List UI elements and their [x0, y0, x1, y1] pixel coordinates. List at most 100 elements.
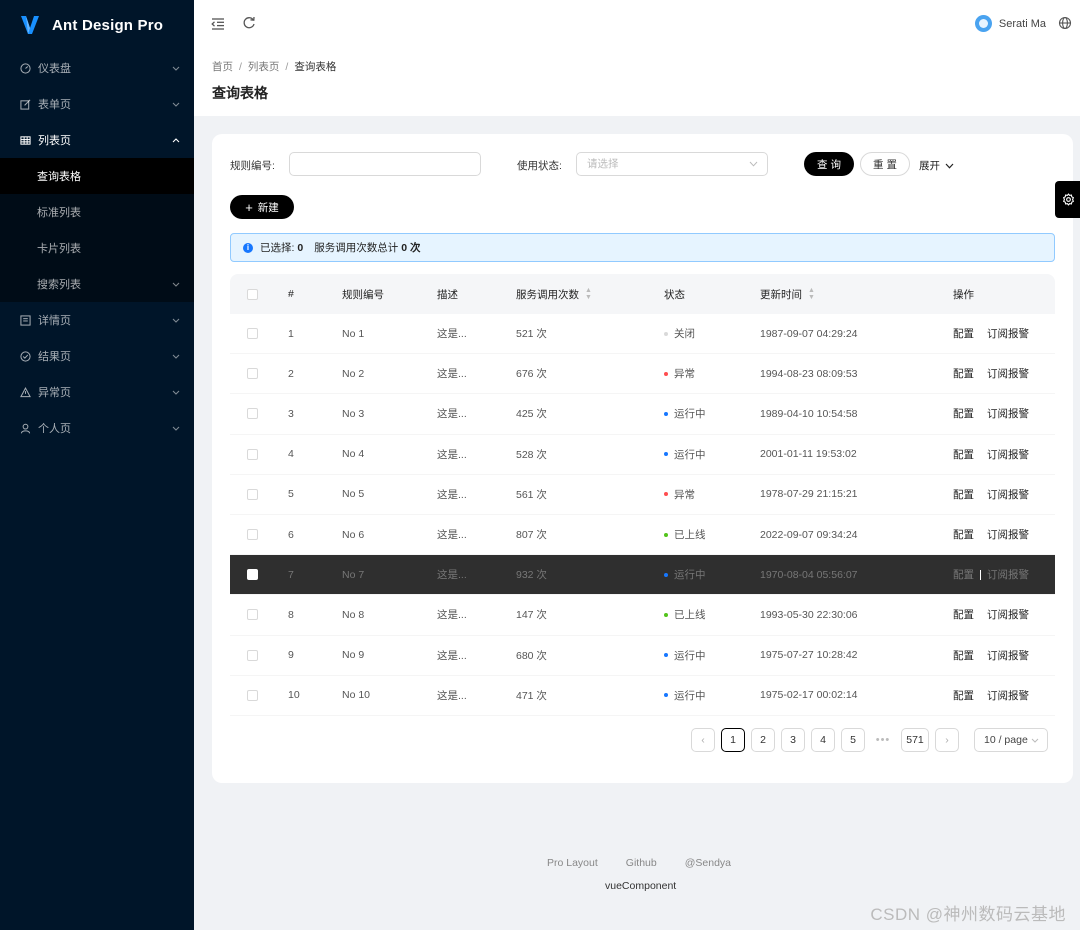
rule-number-input[interactable]: [289, 152, 481, 176]
sidebar-subitem[interactable]: 卡片列表: [0, 230, 194, 266]
chevron-down-icon: [172, 424, 180, 433]
globe-icon[interactable]: [1058, 16, 1072, 30]
breadcrumb-home[interactable]: 首页: [212, 61, 233, 73]
col-calls[interactable]: 服务调用次数 ▲ ▼: [516, 274, 592, 314]
table-row[interactable]: 4 No 4 这是... 528 次 运行中 2001-01-11 19:53:…: [230, 435, 1055, 475]
configure-link[interactable]: 配置: [953, 648, 974, 663]
table-row[interactable]: 7 No 7 这是... 932 次 运行中 1970-08-04 05:56:…: [230, 555, 1055, 596]
next-page-button[interactable]: ›: [935, 728, 959, 752]
reload-icon[interactable]: [241, 15, 257, 31]
sidebar-subitem-label: 搜索列表: [37, 279, 81, 291]
sort-icon[interactable]: ▲ ▼: [808, 287, 815, 301]
configure-link[interactable]: 配置: [953, 366, 974, 381]
col-description: 描述: [437, 288, 458, 301]
table-row[interactable]: 2 No 2 这是... 676 次 异常 1994-08-23 08:09:5…: [230, 354, 1055, 395]
configure-link[interactable]: 配置: [953, 527, 974, 542]
sidebar-item[interactable]: 表单页: [0, 86, 194, 122]
status-select[interactable]: 请选择: [576, 152, 768, 176]
subscribe-alert-link[interactable]: 订阅报警: [987, 688, 1029, 703]
row-checkbox[interactable]: [247, 569, 258, 581]
expand-toggle[interactable]: 展开: [919, 158, 954, 173]
page-number[interactable]: 4: [811, 728, 835, 752]
cell-status: 运行中: [664, 435, 706, 474]
page-number[interactable]: 1: [721, 728, 745, 752]
subscribe-alert-link[interactable]: 订阅报警: [987, 326, 1029, 341]
page-number[interactable]: 2: [751, 728, 775, 752]
user-menu[interactable]: Serati Ma: [974, 15, 1046, 32]
configure-link[interactable]: 配置: [953, 567, 974, 582]
table-row[interactable]: 6 No 6 这是... 807 次 已上线 2022-09-07 09:34:…: [230, 515, 1055, 556]
subscribe-alert-link[interactable]: 订阅报警: [987, 487, 1029, 502]
table-row[interactable]: 5 No 5 这是... 561 次 异常 1978-07-29 21:15:2…: [230, 475, 1055, 515]
subscribe-alert-link[interactable]: 订阅报警: [987, 607, 1029, 622]
cell-rule-number: No 4: [342, 448, 365, 461]
sidebar-item[interactable]: 仪表盘: [0, 50, 194, 86]
prev-page-button[interactable]: ‹: [691, 728, 715, 752]
row-checkbox[interactable]: [247, 448, 258, 460]
row-checkbox[interactable]: [247, 368, 258, 380]
row-checkbox[interactable]: [247, 488, 258, 500]
page-size-select[interactable]: 10 / page: [974, 728, 1048, 752]
menu-fold-icon[interactable]: [210, 16, 226, 32]
sidebar-item[interactable]: 结果页: [0, 338, 194, 374]
page-number[interactable]: 5: [841, 728, 865, 752]
cell-status: 运行中: [664, 555, 706, 594]
cell-updated-at: 2001-01-11 19:53:02: [760, 448, 857, 461]
status-label: 使用状态:: [517, 160, 562, 172]
logo[interactable]: Ant Design Pro: [0, 0, 194, 50]
cell-index: 6: [288, 528, 294, 541]
configure-link[interactable]: 配置: [953, 607, 974, 622]
settings-drawer-button[interactable]: [1055, 181, 1080, 218]
configure-link[interactable]: 配置: [953, 406, 974, 421]
table-row[interactable]: 9 No 9 这是... 680 次 运行中 1975-07-27 10:28:…: [230, 636, 1055, 676]
table-row[interactable]: 8 No 8 这是... 147 次 已上线 1993-05-30 22:30:…: [230, 595, 1055, 636]
sidebar-subitem[interactable]: 搜索列表: [0, 266, 194, 302]
sidebar-item[interactable]: 个人页: [0, 410, 194, 446]
table-row[interactable]: 10 No 10 这是... 471 次 运行中 1975-02-17 00:0…: [230, 676, 1055, 716]
subscribe-alert-link[interactable]: 订阅报警: [987, 447, 1029, 462]
table-row[interactable]: 3 No 3 这是... 425 次 运行中 1989-04-10 10:54:…: [230, 394, 1055, 435]
select-all-checkbox[interactable]: [247, 288, 258, 300]
row-checkbox[interactable]: [247, 408, 258, 420]
sort-icon[interactable]: ▲ ▼: [585, 287, 592, 301]
subscribe-alert-link[interactable]: 订阅报警: [987, 527, 1029, 542]
row-checkbox[interactable]: [247, 689, 258, 701]
status-dot: [664, 411, 668, 416]
footer-link-pro-layout[interactable]: Pro Layout: [547, 857, 598, 869]
sidebar-item[interactable]: 详情页: [0, 302, 194, 338]
subscribe-alert-link[interactable]: 订阅报警: [987, 406, 1029, 421]
query-button[interactable]: 查 询: [804, 152, 854, 176]
cell-description: 这是...: [437, 408, 467, 421]
page-number[interactable]: 3: [781, 728, 805, 752]
configure-link[interactable]: 配置: [953, 688, 974, 703]
col-updated-at[interactable]: 更新时间 ▲ ▼: [760, 274, 815, 314]
subscribe-alert-link[interactable]: 订阅报警: [987, 567, 1029, 582]
status-dot: [664, 653, 668, 658]
pagination-ellipsis[interactable]: •••: [871, 734, 895, 746]
configure-link[interactable]: 配置: [953, 487, 974, 502]
breadcrumb-list[interactable]: 列表页: [248, 61, 280, 73]
row-checkbox[interactable]: [247, 328, 258, 340]
page-last[interactable]: 571: [901, 728, 929, 752]
status-text: 关闭: [674, 328, 695, 341]
configure-link[interactable]: 配置: [953, 326, 974, 341]
cell-status: 异常: [664, 354, 695, 393]
subscribe-alert-link[interactable]: 订阅报警: [987, 366, 1029, 381]
new-button[interactable]: + 新建: [230, 195, 294, 219]
sidebar-subitem[interactable]: 查询表格: [0, 158, 194, 194]
table-row[interactable]: 1 No 1 这是... 521 次 关闭 1987-09-07 04:29:2…: [230, 314, 1055, 355]
cell-updated-at: 1975-07-27 10:28:42: [760, 649, 858, 662]
configure-link[interactable]: 配置: [953, 447, 974, 462]
sidebar-item[interactable]: 异常页: [0, 374, 194, 410]
sidebar-subitem[interactable]: 标准列表: [0, 194, 194, 230]
subscribe-alert-link[interactable]: 订阅报警: [987, 648, 1029, 663]
row-checkbox[interactable]: [247, 529, 258, 541]
footer-link-sendya[interactable]: @Sendya: [685, 857, 731, 869]
page-list: 12345: [721, 728, 871, 752]
cell-description: 这是...: [437, 448, 467, 461]
reset-button[interactable]: 重 置: [860, 152, 910, 176]
row-checkbox[interactable]: [247, 649, 258, 661]
row-checkbox[interactable]: [247, 609, 258, 621]
footer-link-github[interactable]: Github: [626, 857, 657, 869]
sidebar-item[interactable]: 列表页: [0, 122, 194, 158]
